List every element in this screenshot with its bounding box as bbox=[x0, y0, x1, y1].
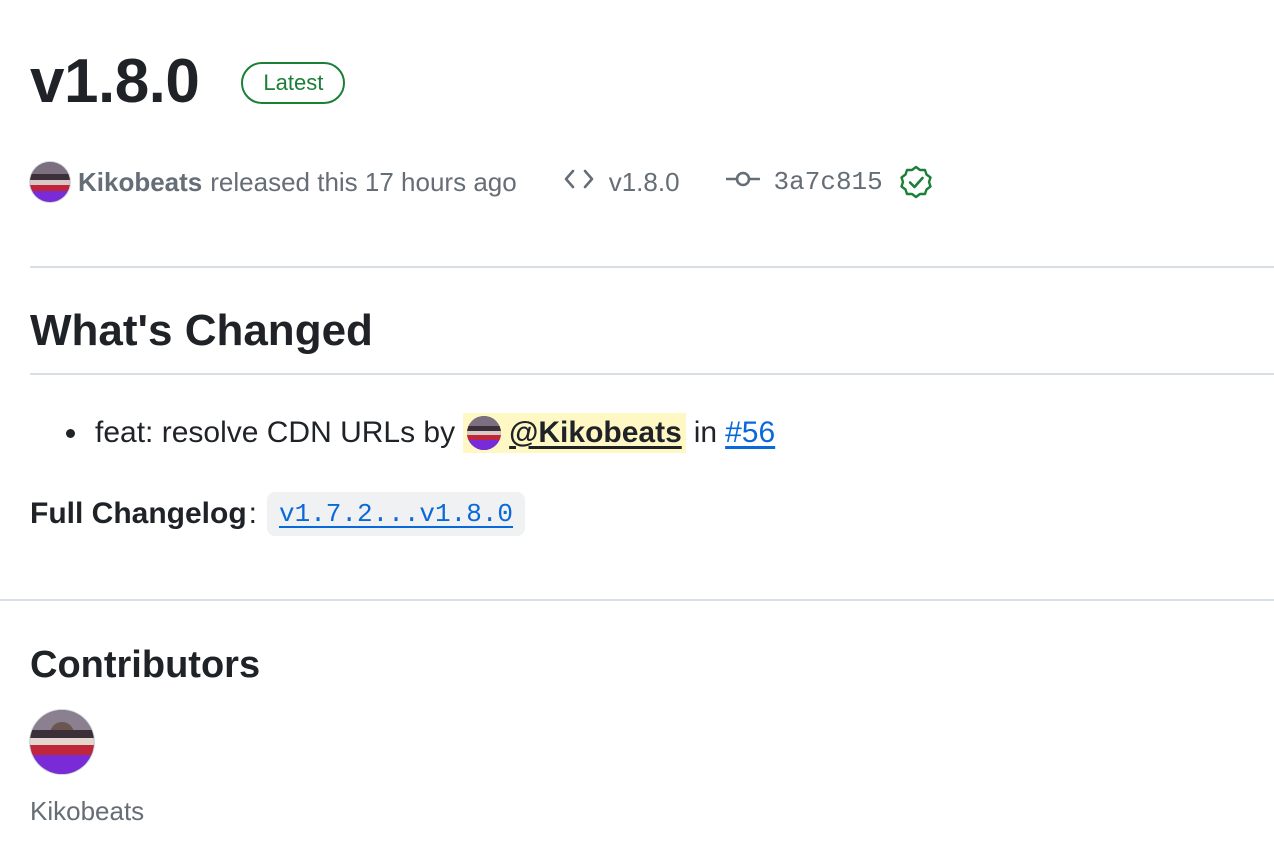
release-meta: Kikobeats released this 17 hours ago v1.… bbox=[30, 160, 933, 204]
in-text: in bbox=[693, 416, 718, 449]
author-link[interactable]: Kikobeats bbox=[78, 167, 202, 198]
mention-link[interactable]: @Kikobeats bbox=[509, 410, 682, 456]
commit-sha: 3a7c815 bbox=[773, 167, 883, 197]
pull-request-link[interactable]: #56 bbox=[725, 410, 775, 456]
author-avatar[interactable] bbox=[30, 162, 70, 202]
release-title[interactable]: v1.8.0 bbox=[30, 44, 200, 120]
section-divider bbox=[0, 599, 1274, 601]
mention-avatar bbox=[467, 416, 502, 450]
contributor-avatar[interactable] bbox=[30, 710, 94, 774]
change-text: feat: resolve CDN URLs by bbox=[95, 416, 456, 449]
changelog-code-chip: v1.7.2...v1.8.0 bbox=[267, 492, 526, 536]
release-header: v1.8.0 Latest bbox=[30, 44, 346, 120]
git-commit-icon bbox=[725, 167, 760, 198]
contributor-name[interactable]: Kikobeats bbox=[30, 794, 144, 828]
release-page: v1.8.0 Latest Kikobeats released this 17… bbox=[0, 0, 1274, 842]
commit-link[interactable]: 3a7c815 bbox=[725, 167, 883, 198]
tag-link[interactable]: v1.8.0 bbox=[563, 167, 680, 198]
code-icon bbox=[563, 167, 595, 198]
released-time-text: released this 17 hours ago bbox=[210, 166, 517, 197]
user-mention[interactable]: @Kikobeats bbox=[463, 413, 686, 453]
verified-check-icon[interactable] bbox=[899, 165, 933, 199]
tag-label: v1.8.0 bbox=[608, 166, 680, 197]
bullet-icon bbox=[66, 428, 75, 438]
whats-changed-heading: What's Changed bbox=[30, 306, 373, 355]
heading-underline bbox=[30, 373, 1274, 375]
full-changelog: Full Changelog : v1.7.2...v1.8.0 bbox=[30, 492, 526, 536]
compare-link[interactable]: v1.7.2...v1.8.0 bbox=[279, 499, 513, 529]
change-list: feat: resolve CDN URLs by @Kikobeats in … bbox=[30, 410, 775, 456]
latest-badge: Latest bbox=[241, 62, 346, 104]
changelog-label: Full Changelog bbox=[30, 497, 247, 530]
list-item: feat: resolve CDN URLs by @Kikobeats in … bbox=[30, 410, 775, 456]
header-divider bbox=[30, 266, 1274, 268]
contributors-heading: Contributors bbox=[30, 644, 261, 686]
changelog-colon: : bbox=[248, 497, 257, 530]
